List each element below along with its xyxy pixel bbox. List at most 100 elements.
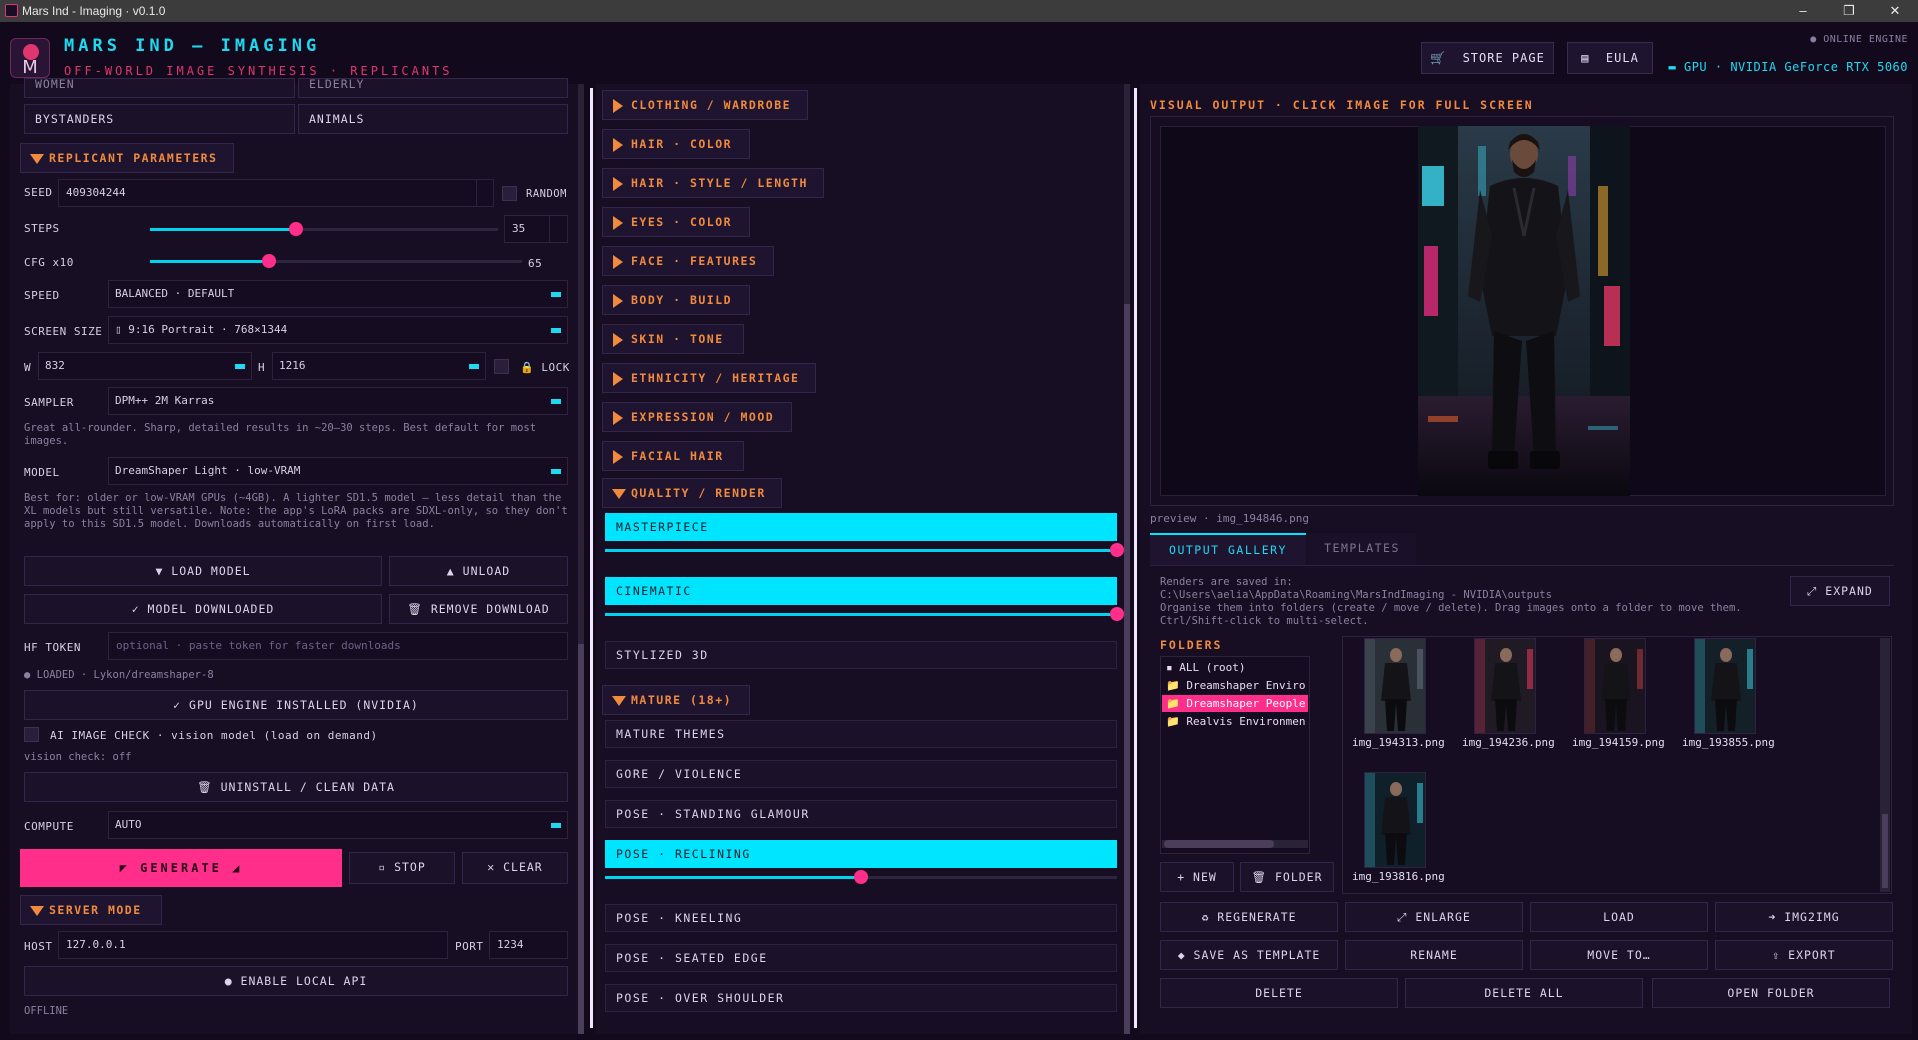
- expand-triangle-icon: [613, 450, 623, 464]
- tag-quality-0[interactable]: MASTERPIECE: [605, 513, 1117, 541]
- width-input[interactable]: 832: [38, 352, 252, 380]
- tag-weight-knob[interactable]: [1110, 543, 1124, 557]
- subject-women-button[interactable]: WOMEN: [24, 78, 295, 98]
- gallery-thumbnail[interactable]: [1364, 772, 1426, 868]
- clear-button[interactable]: ✕ CLEAR: [462, 852, 568, 884]
- folder-item[interactable]: ▪ ALL (root): [1162, 659, 1308, 676]
- unload-button[interactable]: ▲ UNLOAD: [389, 556, 568, 586]
- section-7[interactable]: ETHNICITY / HERITAGE: [602, 363, 816, 393]
- cfg-slider-knob[interactable]: [262, 254, 277, 268]
- steps-spinner[interactable]: [549, 216, 567, 242]
- tag-quality-2[interactable]: STYLIZED 3D: [605, 641, 1117, 669]
- folder-item[interactable]: 📁 Dreamshaper Enviro: [1162, 677, 1308, 694]
- folder-list-scrollbar[interactable]: [1162, 840, 1308, 848]
- hf-token-input[interactable]: optional · paste token for faster downlo…: [108, 632, 568, 660]
- gallery-thumbnail[interactable]: [1364, 638, 1426, 734]
- close-icon[interactable]: ✕: [1872, 0, 1918, 22]
- gallery-action-button[interactable]: ⤢ ENLARGE: [1345, 902, 1523, 932]
- gallery-action-button[interactable]: ➜ IMG2IMG: [1715, 902, 1893, 932]
- eula-button[interactable]: ▤ EULA: [1567, 42, 1653, 74]
- tab-output-gallery[interactable]: OUTPUT GALLERY: [1150, 533, 1306, 565]
- tag-weight-slider[interactable]: [605, 613, 1117, 616]
- gallery-bottom-button[interactable]: DELETE ALL: [1405, 978, 1643, 1008]
- host-input[interactable]: 127.0.0.1: [58, 931, 448, 959]
- tag-mature-4[interactable]: POSE · KNEELING: [605, 904, 1117, 932]
- section-1[interactable]: HAIR · COLOR: [602, 129, 750, 159]
- stop-button[interactable]: ▫ STOP: [349, 852, 455, 884]
- folder-item[interactable]: 📁 Dreamshaper People: [1162, 695, 1308, 712]
- minimize-icon[interactable]: –: [1780, 0, 1826, 22]
- section-0[interactable]: CLOTHING / WARDROBE: [602, 90, 808, 120]
- store-page-button[interactable]: 🛒 STORE PAGE: [1421, 42, 1554, 74]
- folder-item[interactable]: 📁 Realvis Environmen: [1162, 713, 1308, 730]
- gallery-action-button[interactable]: LOAD: [1530, 902, 1708, 932]
- gallery-action-button[interactable]: ⇪ EXPORT: [1715, 940, 1893, 970]
- preview-image[interactable]: [1418, 126, 1630, 496]
- middle-scrollbar[interactable]: [1124, 84, 1130, 1034]
- steps-slider[interactable]: [150, 228, 498, 231]
- gpu-engine-button[interactable]: ✓ GPU ENGINE INSTALLED (NVIDIA): [24, 690, 568, 720]
- maximize-icon[interactable]: ❐: [1826, 0, 1872, 22]
- model-select[interactable]: DreamShaper Light · low-VRAM: [108, 457, 568, 485]
- generate-button[interactable]: ◤ GENERATE ◢: [20, 849, 342, 887]
- height-input[interactable]: 1216: [272, 352, 486, 380]
- gallery-thumbnail[interactable]: [1584, 638, 1646, 734]
- section-2[interactable]: HAIR · STYLE / LENGTH: [602, 168, 824, 198]
- gallery-thumbnail[interactable]: [1474, 638, 1536, 734]
- subject-elderly-button[interactable]: ELDERLY: [298, 78, 568, 98]
- model-downloaded-button[interactable]: ✓ MODEL DOWNLOADED: [24, 594, 382, 624]
- tag-quality-1[interactable]: CINEMATIC: [605, 577, 1117, 605]
- tag-mature-1[interactable]: GORE / VIOLENCE: [605, 760, 1117, 788]
- speed-select[interactable]: BALANCED · DEFAULT: [108, 280, 568, 308]
- expand-triangle-icon: [613, 216, 623, 230]
- server-mode-section[interactable]: SERVER MODE: [20, 895, 162, 925]
- new-folder-button[interactable]: + NEW: [1160, 862, 1234, 892]
- screen-size-select[interactable]: ▯ 9:16 Portrait · 768×1344: [108, 316, 568, 344]
- replicant-parameters-section[interactable]: REPLICANT PARAMETERS: [20, 143, 234, 173]
- gallery-action-button[interactable]: MOVE TO…: [1530, 940, 1708, 970]
- remove-download-button[interactable]: 🗑 REMOVE DOWNLOAD: [389, 594, 568, 624]
- subject-animals-button[interactable]: ANIMALS: [298, 104, 568, 134]
- section-4[interactable]: FACE · FEATURES: [602, 246, 774, 276]
- delete-folder-button[interactable]: 🗑 FOLDER: [1240, 862, 1334, 892]
- gallery-bottom-button[interactable]: DELETE: [1160, 978, 1398, 1008]
- section-5[interactable]: BODY · BUILD: [602, 285, 750, 315]
- tag-weight-knob[interactable]: [1110, 607, 1124, 621]
- tag-mature-6[interactable]: POSE · OVER SHOULDER: [605, 984, 1117, 1012]
- expand-button[interactable]: ⤢ EXPAND: [1790, 576, 1890, 606]
- tab-templates[interactable]: TEMPLATES: [1308, 533, 1416, 565]
- sampler-select[interactable]: DPM++ 2M Karras: [108, 387, 568, 415]
- gallery-thumbnail[interactable]: [1694, 638, 1756, 734]
- cfg-slider[interactable]: [150, 260, 522, 263]
- gallery-scrollbar[interactable]: [1880, 638, 1890, 892]
- uninstall-button[interactable]: 🗑 UNINSTALL / CLEAN DATA: [24, 772, 568, 802]
- random-checkbox[interactable]: [502, 186, 517, 201]
- tag-mature-2[interactable]: POSE · STANDING GLAMOUR: [605, 800, 1117, 828]
- section-8[interactable]: EXPRESSION / MOOD: [602, 402, 792, 432]
- section-9[interactable]: FACIAL HAIR: [602, 441, 744, 471]
- section-6[interactable]: SKIN · TONE: [602, 324, 744, 354]
- tag-mature-5[interactable]: POSE · SEATED EDGE: [605, 944, 1117, 972]
- load-model-button[interactable]: ▼ LOAD MODEL: [24, 556, 382, 586]
- gallery-action-button[interactable]: RENAME: [1345, 940, 1523, 970]
- enable-local-api-button[interactable]: ● ENABLE LOCAL API: [24, 966, 568, 996]
- left-scrollbar[interactable]: [578, 84, 584, 1034]
- compute-select[interactable]: AUTO: [108, 811, 568, 839]
- seed-spinner[interactable]: [476, 180, 493, 206]
- model-note: Best for: older or low-VRAM GPUs (~4GB).…: [24, 492, 568, 530]
- gallery-bottom-button[interactable]: OPEN FOLDER: [1652, 978, 1890, 1008]
- gallery-action-button[interactable]: ◆ SAVE AS TEMPLATE: [1160, 940, 1338, 970]
- tag-mature-3[interactable]: POSE · RECLINING: [605, 840, 1117, 868]
- seed-input[interactable]: 409304244: [58, 179, 494, 207]
- tag-weight-slider[interactable]: [605, 549, 1117, 552]
- port-input[interactable]: 1234: [489, 931, 568, 959]
- mature-section[interactable]: MATURE (18+): [602, 685, 750, 715]
- quality-render-section[interactable]: QUALITY / RENDER: [602, 478, 782, 508]
- ai-image-check-checkbox[interactable]: [24, 727, 39, 742]
- gallery-action-button[interactable]: ♻ REGENERATE: [1160, 902, 1338, 932]
- tag-weight-knob[interactable]: [854, 870, 868, 884]
- tag-mature-0[interactable]: MATURE THEMES: [605, 720, 1117, 748]
- section-3[interactable]: EYES · COLOR: [602, 207, 750, 237]
- subject-bystanders-button[interactable]: BYSTANDERS: [24, 104, 295, 134]
- lock-checkbox[interactable]: [494, 359, 509, 374]
